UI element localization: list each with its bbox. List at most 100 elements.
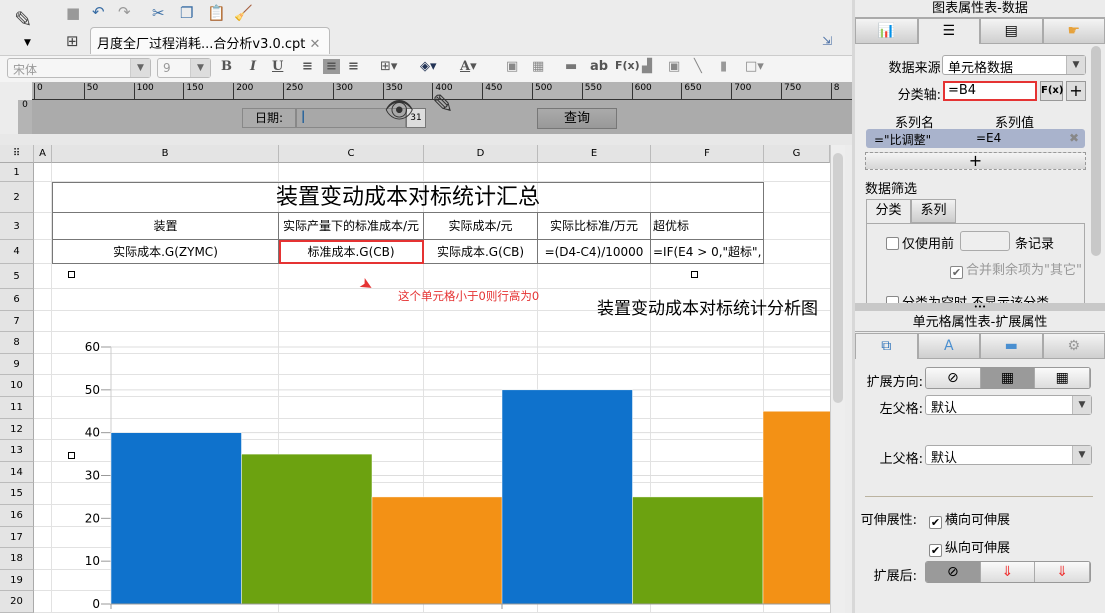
text-color-button[interactable]: A▾ <box>460 59 477 74</box>
text-icon[interactable]: ab <box>590 59 608 74</box>
row-header[interactable]: 3 <box>0 213 34 240</box>
sort-ascending-icon[interactable]: ⇓ <box>980 562 1036 582</box>
report-title-cell[interactable]: 装置变动成本对标统计汇总 <box>52 182 764 213</box>
copy-icon[interactable]: ❐ <box>180 4 193 22</box>
align-right-button[interactable]: ≡ <box>348 59 359 74</box>
collapse-icon[interactable]: ⇲ <box>822 34 832 48</box>
header-cell[interactable]: 装置 <box>52 213 279 240</box>
row-header[interactable]: 13 <box>0 440 34 462</box>
add-series-button[interactable]: + <box>865 152 1086 170</box>
formula-icon[interactable]: F(x) <box>615 59 640 72</box>
fill-color-icon[interactable]: ◈▾ <box>420 59 437 74</box>
special-effect-tab[interactable]: ☛ <box>1042 18 1105 44</box>
bar-chart[interactable]: 装置变动成本对标统计分析图 0 10 20 30 40 50 60 <box>72 276 830 613</box>
cell-element-icon[interactable]: □▾ <box>745 59 764 74</box>
row-header[interactable]: 5 <box>0 264 34 289</box>
bold-button[interactable]: B <box>221 59 232 74</box>
paste-icon[interactable]: 📋 <box>207 4 226 22</box>
italic-button[interactable]: I <box>250 59 256 74</box>
row-header[interactable]: 2 <box>0 182 34 213</box>
row-header[interactable]: 1 <box>0 163 34 182</box>
header-cell[interactable]: 实际产量下的标准成本/元 <box>279 213 424 240</box>
cell-style-tab[interactable]: A <box>917 333 980 359</box>
row-header[interactable]: 9 <box>0 353 34 376</box>
row-header[interactable]: 4 <box>0 240 34 264</box>
save-icon[interactable]: ■ <box>66 4 80 22</box>
row-header[interactable]: 8 <box>0 332 34 354</box>
row-header[interactable]: 17 <box>0 526 34 549</box>
row-header[interactable]: 6 <box>0 289 34 311</box>
category-axis-input[interactable]: =B4 <box>943 81 1037 101</box>
merge-icon[interactable]: ▣ <box>506 59 518 74</box>
align-center-button[interactable]: ≡ <box>323 59 340 74</box>
column-header[interactable]: D <box>424 145 538 163</box>
series-name-value[interactable]: ="比调整" <box>874 131 931 148</box>
column-header[interactable]: E <box>538 145 651 163</box>
spreadsheet-grid[interactable]: ⠿ ABCDEFG 1 2 3 4 5 6 7 8 9 10 11 12 13 14 15 16 17 18 19 2… <box>0 145 830 613</box>
data-source-select[interactable]: 单元格数据 ▼ <box>942 55 1086 76</box>
close-icon[interactable]: ✕ <box>310 37 321 52</box>
tab-series[interactable]: 系列 <box>911 199 956 223</box>
add-icon[interactable]: + <box>1066 81 1086 101</box>
row-header[interactable]: 18 <box>0 548 34 570</box>
column-header[interactable]: F <box>651 145 764 163</box>
use-first-checkbox[interactable]: 仅使用前 <box>886 233 954 252</box>
cell-expand-tab[interactable]: ⧉ <box>855 333 918 359</box>
vertical-expand-icon[interactable]: ▦ <box>980 368 1036 388</box>
select-all-corner[interactable]: ⠿ <box>0 145 34 163</box>
formula-button[interactable]: F(x) <box>1040 81 1063 101</box>
column-header[interactable]: G <box>764 145 830 163</box>
panel-scrollbar[interactable] <box>1091 46 1101 256</box>
chart-type-tab[interactable]: 📊 <box>855 18 918 44</box>
format-brush-icon[interactable]: 🧹 <box>234 4 253 22</box>
delete-icon[interactable]: ✖ <box>1069 131 1079 145</box>
row-header[interactable]: 11 <box>0 397 34 419</box>
chevron-down-icon[interactable]: ▼ <box>24 38 31 48</box>
tab-category[interactable]: 分类 <box>866 199 911 223</box>
data-cell[interactable]: 实际成本.G(CB) <box>424 240 538 264</box>
vertical-stretch-checkbox[interactable]: ✔ 纵向可伸展 <box>929 537 1010 557</box>
row-header[interactable]: 19 <box>0 569 34 592</box>
row-header[interactable]: 16 <box>0 505 34 527</box>
image-icon[interactable]: ▣ <box>668 59 680 74</box>
row-header[interactable]: 10 <box>0 375 34 397</box>
horizontal-expand-icon[interactable]: ▦ <box>1035 368 1090 388</box>
chart-icon[interactable]: ▟ <box>642 59 652 74</box>
column-header[interactable]: C <box>279 145 424 163</box>
underline-button[interactable]: U <box>272 59 283 74</box>
edit-pencil-icon[interactable]: ✎ <box>432 90 454 120</box>
new-sheet-icon[interactable]: ⊞ <box>66 32 79 50</box>
top-parent-select[interactable]: 默认 ▼ <box>925 445 1092 466</box>
template-icon[interactable]: ✎ <box>14 8 32 33</box>
hide-eye-icon[interactable]: 👁 <box>384 96 414 124</box>
row-header[interactable]: 15 <box>0 483 34 505</box>
column-header[interactable]: A <box>34 145 52 163</box>
header-cell[interactable]: 超优标 <box>651 213 764 240</box>
query-button[interactable]: 查询 <box>537 108 617 129</box>
no-expand-icon[interactable]: ⊘ <box>926 368 981 388</box>
undo-icon[interactable]: ↶ <box>92 3 105 21</box>
splitter[interactable]: ••• <box>855 303 1105 311</box>
tab-template[interactable]: 月度全厂过程消耗...合分析v3.0.cpt ✕ <box>90 27 330 54</box>
slash-icon[interactable]: ╲ <box>694 59 702 74</box>
cut-icon[interactable]: ✂ <box>152 4 165 22</box>
header-cell[interactable]: 实际比标准/万元 <box>538 213 651 240</box>
record-count-input[interactable] <box>960 231 1010 251</box>
data-tab[interactable]: ☰ <box>917 18 980 44</box>
expand-direction-toggle[interactable]: ⊘ ▦ ▦ <box>925 367 1091 389</box>
series-value[interactable]: =E4 <box>976 131 1001 145</box>
align-left-button[interactable]: ≡ <box>302 59 313 74</box>
cell-condition-tab[interactable]: ▬ <box>980 333 1043 359</box>
data-cell[interactable]: =IF(E4 > 0,"超标", <box>651 240 764 264</box>
sub-report-icon[interactable]: ▮ <box>720 59 727 74</box>
border-icon[interactable]: ⊞▾ <box>380 59 397 74</box>
row-header[interactable]: 14 <box>0 461 34 484</box>
no-sort-icon[interactable]: ⊘ <box>926 562 981 582</box>
merge-rest-checkbox[interactable]: ✔ 合并剩余项为"其它" <box>950 259 1082 279</box>
series-row[interactable]: ="比调整" =E4 ✖ <box>866 129 1085 148</box>
sort-descending-icon[interactable]: ⇓ <box>1035 562 1090 582</box>
data-cell[interactable]: =(D4-C4)/10000 <box>538 240 651 264</box>
row-header[interactable]: 20 <box>0 591 34 613</box>
after-expand-toggle[interactable]: ⊘ ⇓ ⇓ <box>925 561 1091 583</box>
column-header[interactable]: B <box>52 145 279 163</box>
